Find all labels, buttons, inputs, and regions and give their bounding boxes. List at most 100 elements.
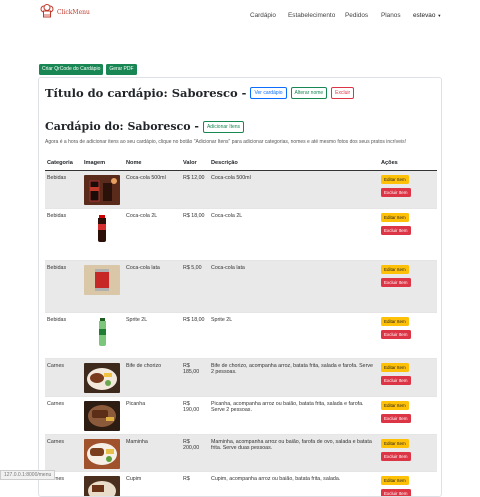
table-row: Carnes MaminhaR$ 200,00Maminha, acompanha… [45,434,437,471]
item-actions: Editar Item Excluir Item [379,208,437,260]
item-description: Coca-cola lata [209,260,379,312]
nav-estabelecimento[interactable]: Estabelecimento [288,12,335,19]
generate-pdf-button[interactable]: Gerar PDF [106,64,136,75]
nav-cardapio[interactable]: Cardápio [250,12,276,19]
edit-item-button[interactable]: Editar Item [381,363,409,372]
col-categoria: Categoria [45,157,82,170]
item-actions: Editar Item Excluir Item [379,396,437,434]
chef-hat-logo-icon [40,4,54,21]
item-image [82,208,124,260]
caret-down-icon: ▼ [437,13,441,18]
edit-item-button[interactable]: Editar Item [381,213,409,222]
item-name: Coca-cola 2L [124,208,181,260]
edit-item-button[interactable]: Editar Item [381,476,409,485]
item-image [82,260,124,312]
item-category: Carnes [45,434,82,471]
item-category: Bebidas [45,208,82,260]
item-actions: Editar Item Excluir Item [379,434,437,471]
item-description: Picanha, acompanha arroz ou baião, batat… [209,396,379,434]
col-valor: Valor [181,157,209,170]
table-row: Bebidas Coca-cola 500mlR$ 12,00Coca-cola … [45,170,437,208]
item-category: Bebidas [45,312,82,358]
create-qrcode-button[interactable]: Criar QrCode do Cardápio [39,64,103,75]
item-actions: Editar Item Excluir Item [379,260,437,312]
delete-item-button[interactable]: Excluir Item [381,489,411,497]
item-description: Coca-cola 500ml [209,170,379,208]
menu-card: Título do cardápio: Saboresco - Ver card… [38,77,442,497]
item-name: Cupim [124,471,181,497]
table-row: Bebidas Coca-cola lataR$ 5,00Coca-cola la… [45,260,437,312]
item-price: R$ 18,00 [181,312,209,358]
menu-items-table: Categoria Imagem Nome Valor Descrição Aç… [45,157,437,497]
item-name: Maminha [124,434,181,471]
edit-item-button[interactable]: Editar Item [381,175,409,184]
item-price: R$ 190,00 [181,396,209,434]
item-image [82,170,124,208]
item-image [82,358,124,396]
col-nome: Nome [124,157,181,170]
user-name: estevao [413,12,435,19]
edit-item-button[interactable]: Editar Item [381,265,409,274]
brand-name: ClickMenu [57,9,90,16]
menu-title-heading: Título do cardápio: Saboresco - [45,86,246,100]
col-imagem: Imagem [82,157,124,170]
edit-item-button[interactable]: Editar Item [381,401,409,410]
delete-item-button[interactable]: Excluir Item [381,226,411,235]
item-category: Carnes [45,396,82,434]
item-description: Bife de chorizo, acompanha arroz, batata… [209,358,379,396]
view-menu-button[interactable]: Ver cardápio [250,87,286,99]
nav-pedidos[interactable]: Pedidos [345,12,368,19]
item-price: R$ 5,00 [181,260,209,312]
item-image [82,396,124,434]
item-actions: Editar Item Excluir Item [379,358,437,396]
col-acoes: Ações [379,157,437,170]
item-category: Bebidas [45,170,82,208]
delete-menu-button[interactable]: Excluir [331,87,354,99]
table-row: BebidasSprite 2LR$ 18,00Sprite 2LEditar … [45,312,437,358]
item-name: Bife de chorizo [124,358,181,396]
menu-items-heading: Cardápio do: Saboresco - [45,120,199,133]
item-description: Coca-cola 2L [209,208,379,260]
item-price: R$ 185,00 [181,358,209,396]
item-price: R$ 200,00 [181,434,209,471]
status-bar-url: 127.0.0.1:8000/menu [0,470,55,480]
item-actions: Editar Item Excluir Item [379,170,437,208]
table-row: CarnesCupimR$Cupim, acompanha arroz ou b… [45,471,437,497]
delete-item-button[interactable]: Excluir Item [381,414,411,423]
col-descricao: Descrição [209,157,379,170]
item-name: Sprite 2L [124,312,181,358]
edit-item-button[interactable]: Editar Item [381,317,409,326]
add-items-hint: Agora é a hora de adicionar itens ao seu… [45,139,406,145]
item-actions: Editar Item Excluir Item [379,312,437,358]
item-name: Coca-cola 500ml [124,170,181,208]
add-items-button[interactable]: Adicionar Itens [203,121,244,133]
delete-item-button[interactable]: Excluir Item [381,376,411,385]
user-dropdown[interactable]: estevao▼ [413,12,441,19]
nav-planos[interactable]: Planos [381,12,401,19]
delete-item-button[interactable]: Excluir Item [381,330,411,339]
delete-item-button[interactable]: Excluir Item [381,452,411,461]
brand-link[interactable]: ClickMenu [40,4,90,21]
item-image [82,434,124,471]
item-image [82,471,124,497]
item-actions: Editar Item Excluir Item [379,471,437,497]
table-row: BebidasCoca-cola 2LR$ 18,00Coca-cola 2LE… [45,208,437,260]
item-price: R$ [181,471,209,497]
item-description: Sprite 2L [209,312,379,358]
item-price: R$ 12,00 [181,170,209,208]
item-name: Picanha [124,396,181,434]
item-category: Bebidas [45,260,82,312]
item-name: Coca-cola lata [124,260,181,312]
delete-item-button[interactable]: Excluir Item [381,188,411,197]
table-row: Carnes PicanhaR$ 190,00Picanha, acompanha… [45,396,437,434]
rename-button[interactable]: Alterar nome [291,87,328,99]
table-row: Carnes Bife de chorizoR$ 185,00Bife de ch… [45,358,437,396]
edit-item-button[interactable]: Editar Item [381,439,409,448]
item-category: Carnes [45,358,82,396]
item-price: R$ 18,00 [181,208,209,260]
delete-item-button[interactable]: Excluir Item [381,278,411,287]
navbar: ClickMenu Cardápio Estabelecimento Pedid… [0,0,480,30]
item-image [82,312,124,358]
item-description: Maminha, acompanha arroz ou baião, farof… [209,434,379,471]
item-description: Cupim, acompanha arroz ou baião, batata … [209,471,379,497]
